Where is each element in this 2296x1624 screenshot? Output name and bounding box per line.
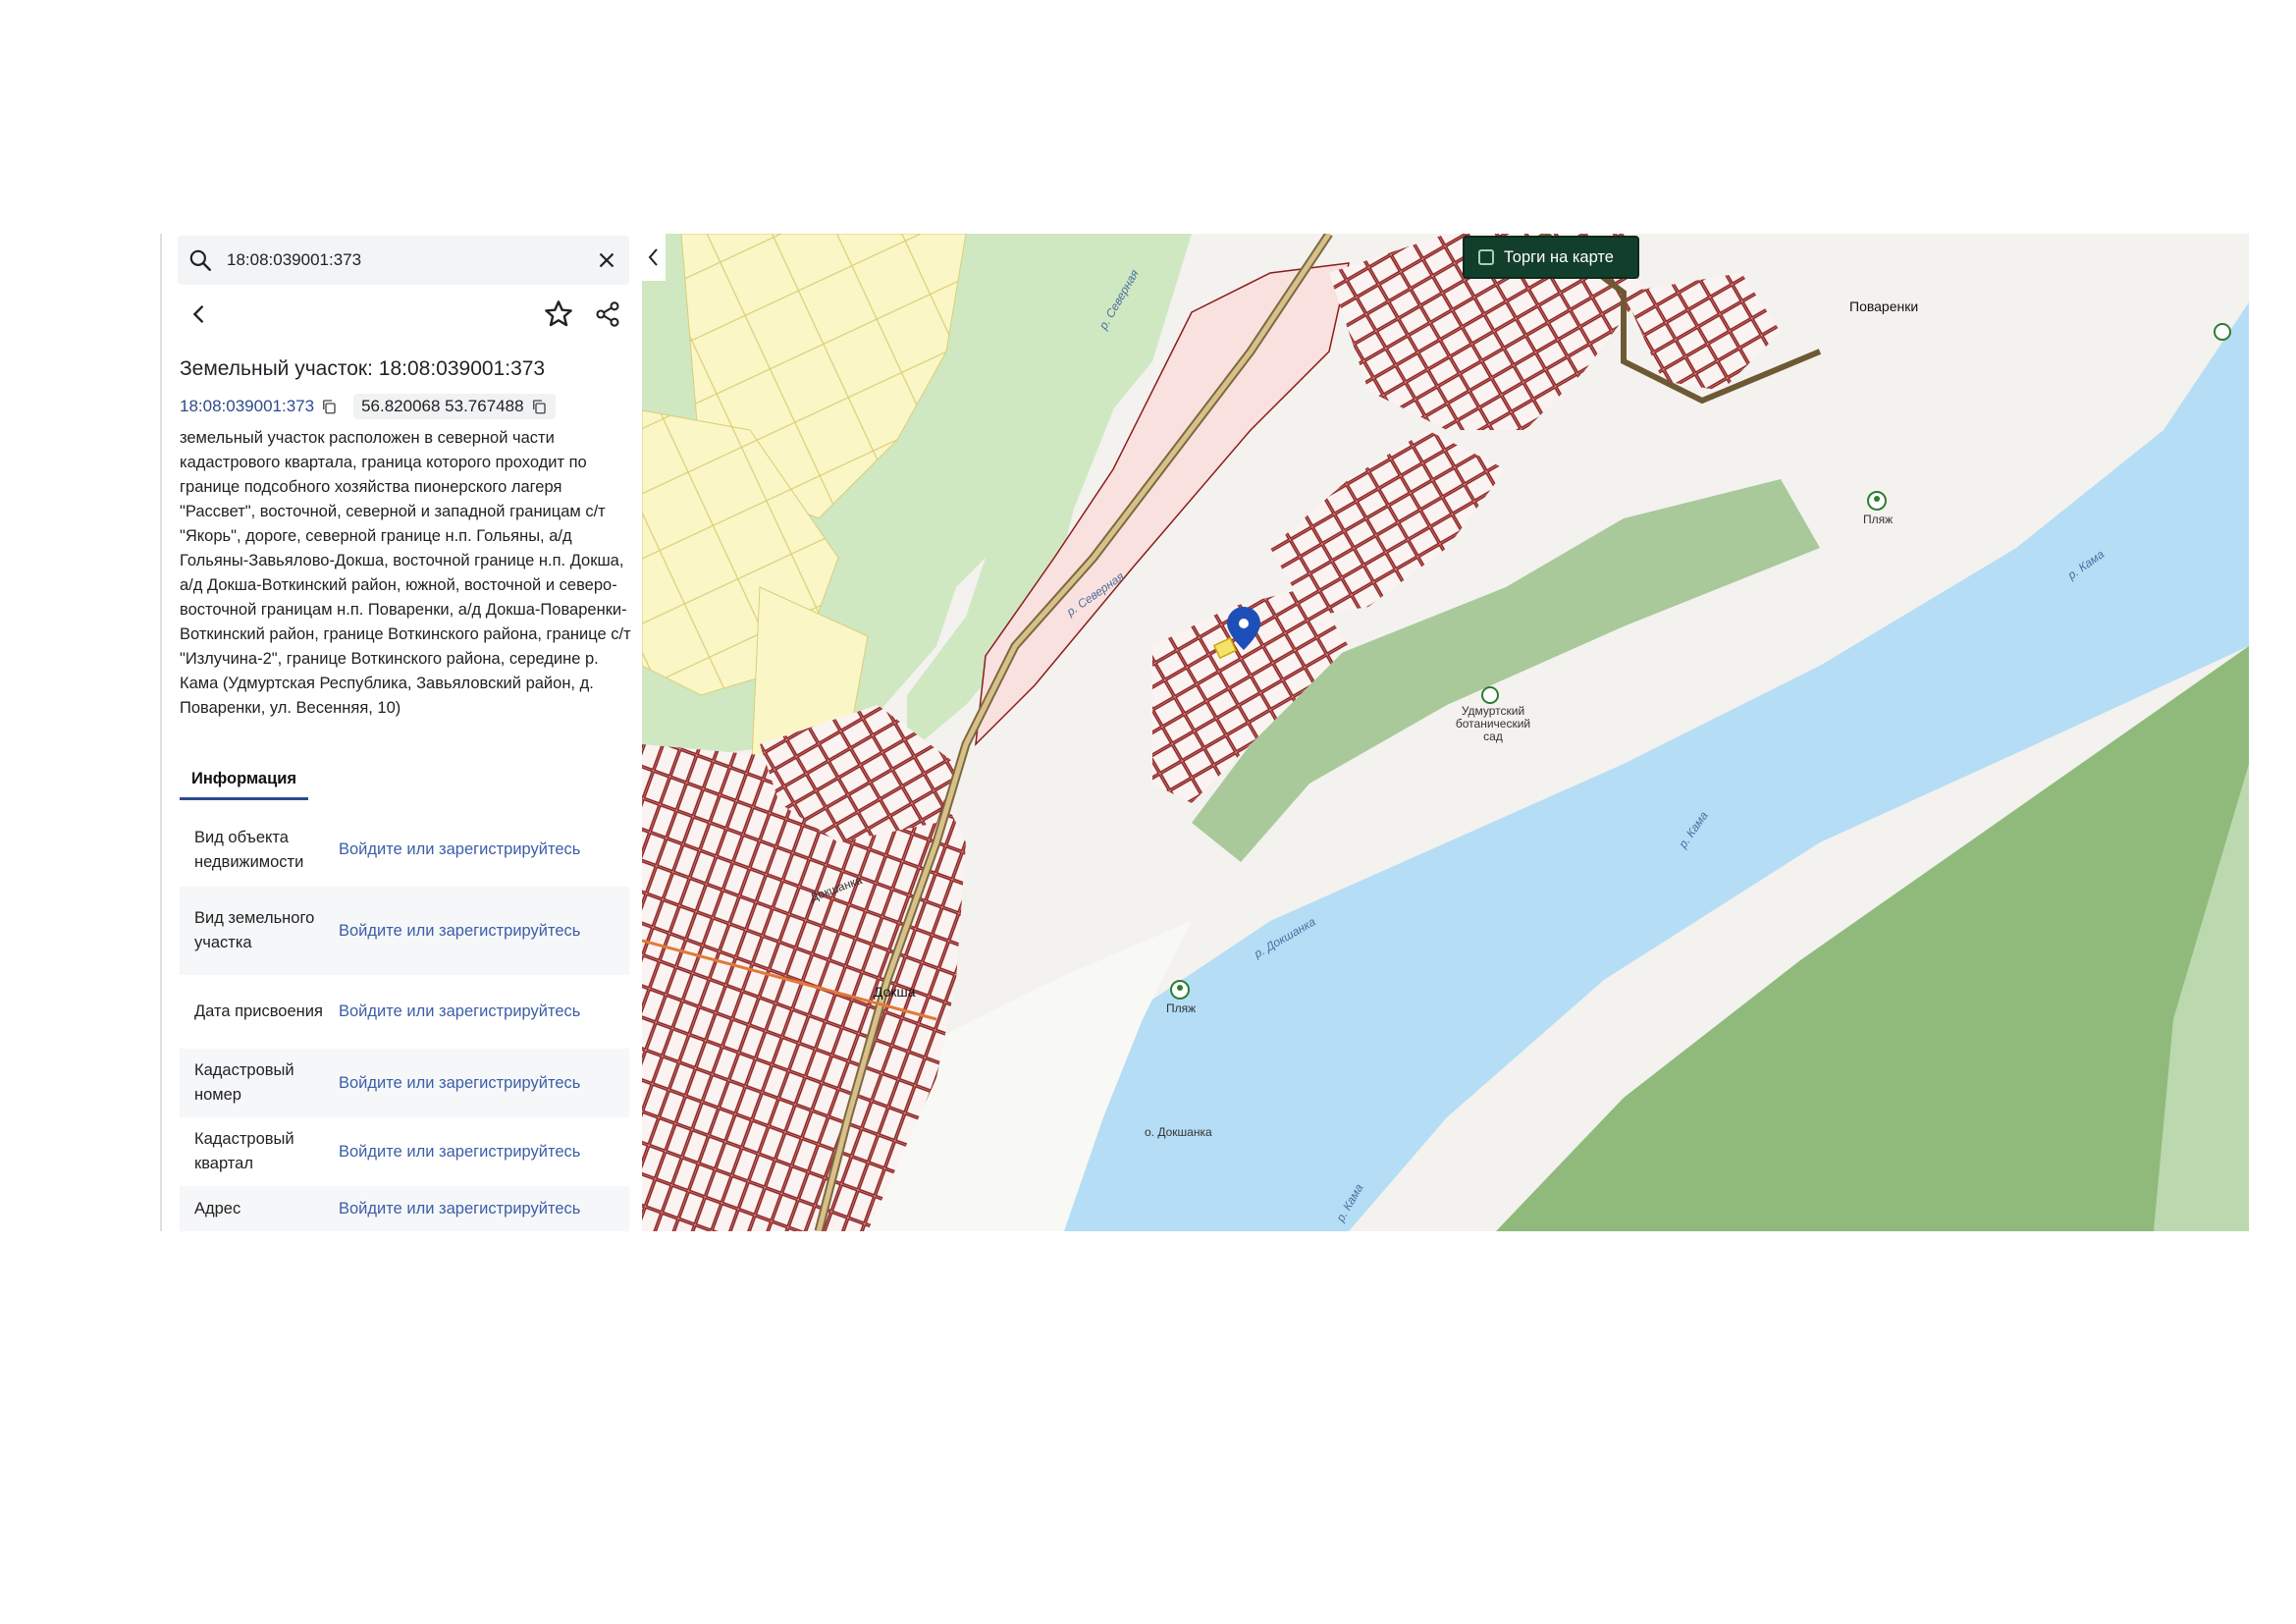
garden-icon [1481,686,1499,704]
chevron-left-icon [648,248,658,266]
row-key: Вид объекта недвижимости [194,828,304,871]
object-title: Земельный участок: 18:08:039001:373 [180,357,546,380]
table-row: Вид объекта недвижимости Войдите или зар… [180,813,629,887]
panel-toolbar [178,295,629,334]
map-label-beach: Пляж [1863,513,1894,526]
map-label-dokshanka-island: о. Докшанка [1145,1125,1212,1139]
search-icon [189,249,211,271]
row-key: Дата присвоения [194,1002,323,1020]
info-panel: Земельный участок: 18:08:039001:373 18:0… [160,234,642,1231]
collapse-panel-button[interactable] [642,234,666,281]
row-key: Кадастровый номер [194,1061,294,1104]
table-row: Дата присвоения Войдите или зарегистриру… [180,975,629,1049]
table-row: Вид земельного участка Войдите или зарег… [180,887,629,975]
map-canvas [642,234,2249,1231]
login-link[interactable]: Войдите или зарегистрируйтесь [339,922,580,941]
map-label-povarenki: Поваренки [1849,298,1919,314]
tab-information[interactable]: Информация [180,760,308,800]
map-label-beach: Пляж [1166,1001,1197,1015]
object-description: земельный участок расположен в северной … [180,429,631,717]
login-link[interactable]: Войдите или зарегистрируйтесь [339,1002,580,1021]
login-link[interactable]: Войдите или зарегистрируйтесь [339,1143,580,1162]
row-key: Адрес [194,1199,241,1218]
auctions-toggle-label: Торги на карте [1504,247,1614,266]
login-link[interactable]: Войдите или зарегистрируйтесь [339,840,580,859]
close-icon[interactable] [594,247,619,273]
search-input[interactable] [225,249,582,271]
cadastral-map-app: Земельный участок: 18:08:039001:373 18:0… [160,234,2249,1231]
table-row: Кадастровый номер Войдите или зарегистри… [180,1049,629,1117]
row-key: Кадастровый квартал [194,1130,294,1172]
search-bar[interactable] [178,236,629,285]
copy-icon[interactable] [320,398,338,415]
checkbox[interactable] [1478,249,1494,265]
table-row: Кадастровый квартал Войдите или зарегист… [180,1117,629,1186]
beach-icon [1867,491,1887,511]
auctions-toggle[interactable]: Торги на карте [1463,236,1639,279]
beach-icon [1170,980,1190,1000]
coordinates-text: 56.820068 53.767488 [361,397,524,415]
login-link[interactable]: Войдите или зарегистрируйтесь [339,1074,580,1093]
cadastral-number-link[interactable]: 18:08:039001:373 [180,397,314,416]
back-arrow-icon[interactable] [186,300,213,328]
map-view[interactable]: Торги на карте Поваренки Докша Удмуртски… [642,234,2249,1231]
map-label-botanical-garden: Удмуртский ботанический сад [1455,704,1531,743]
panel-tabs: Информация [180,760,631,800]
info-table: Вид объекта недвижимости Войдите или зар… [180,813,629,1231]
table-row: Адрес Войдите или зарегистрируйтесь [180,1186,629,1231]
share-icon[interactable] [594,300,621,328]
map-label-doksha: Докша [874,984,916,1000]
star-icon[interactable] [543,298,574,330]
poi-icon [2214,323,2231,341]
login-link[interactable]: Войдите или зарегистрируйтесь [339,1200,580,1218]
row-key: Вид земельного участка [194,909,315,951]
copy-icon[interactable] [530,398,548,415]
coordinates-chip[interactable]: 56.820068 53.767488 [353,394,556,419]
object-id-row: 18:08:039001:373 56.820068 53.767488 [180,392,556,421]
